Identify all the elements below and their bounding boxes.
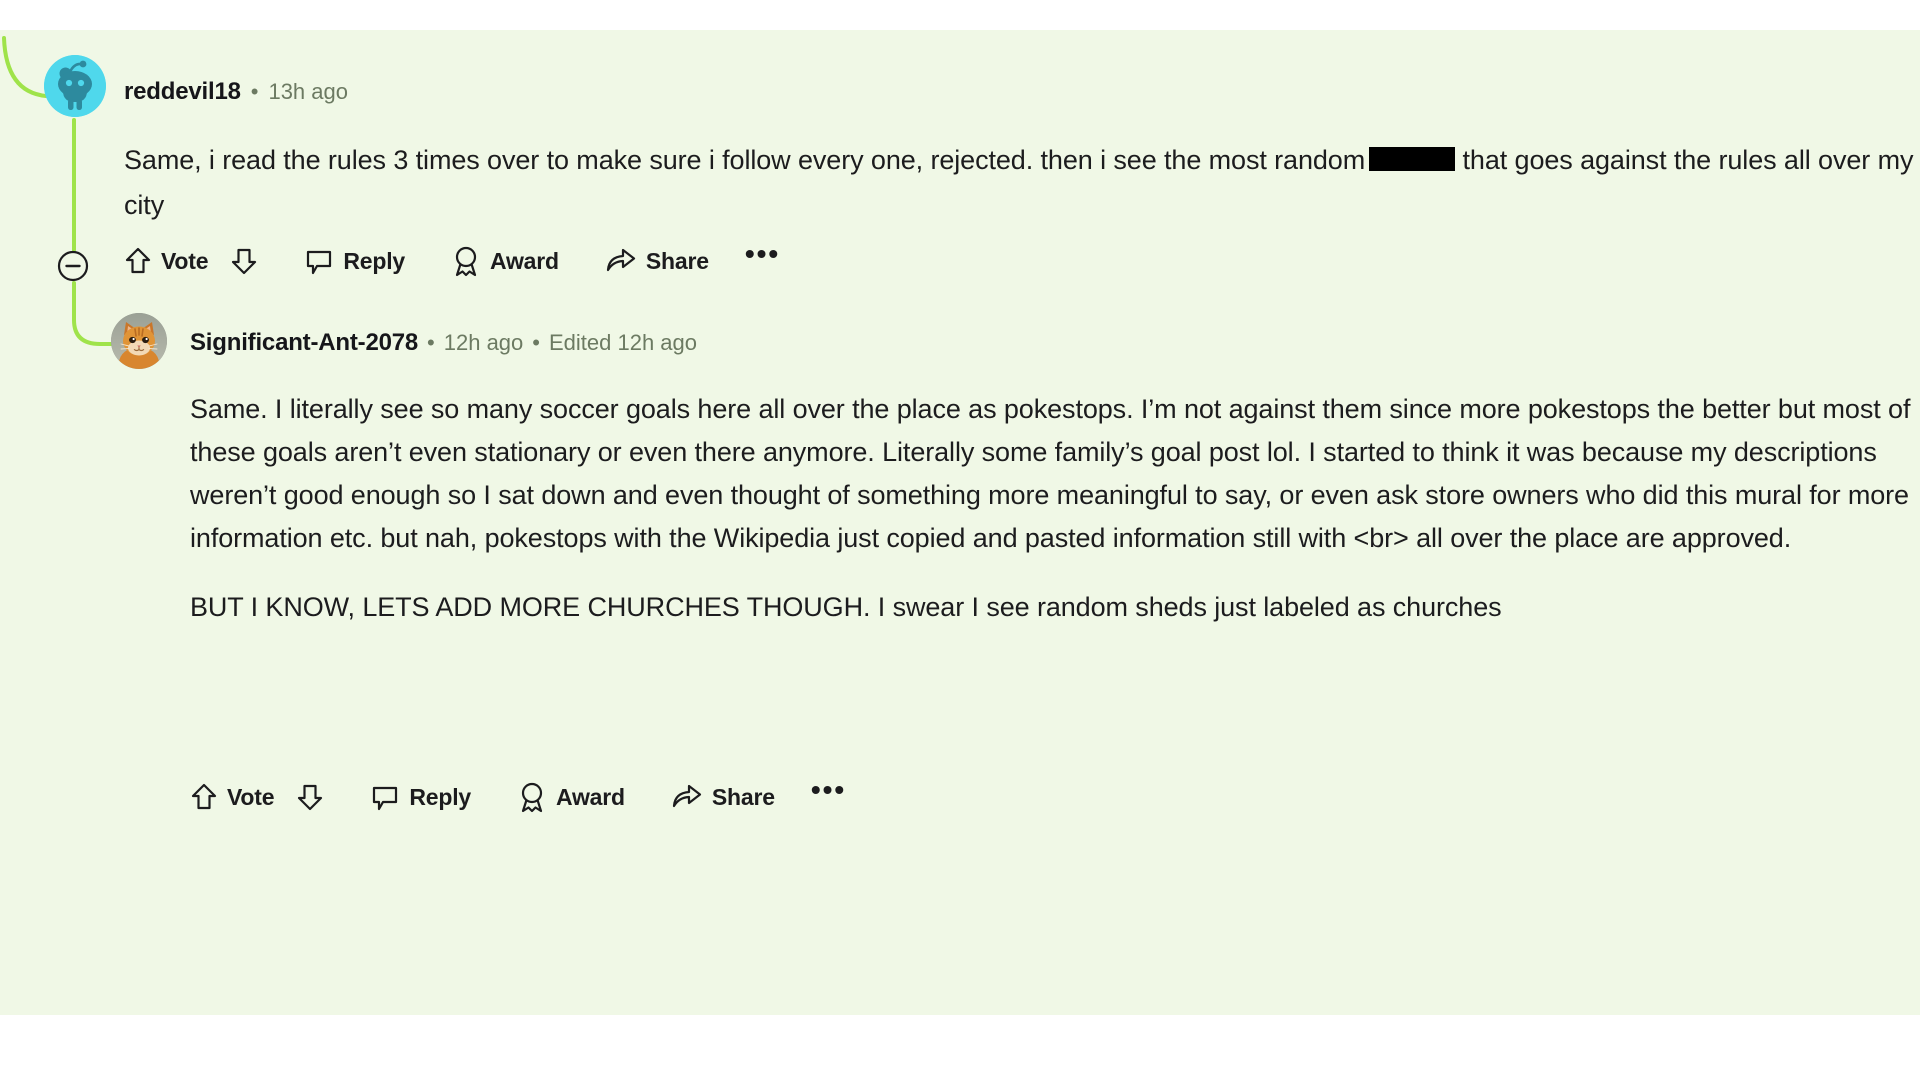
collapse-thread-button[interactable]: [57, 250, 89, 282]
cat-photo-avatar-icon: [111, 313, 167, 369]
vote-label: Vote: [227, 783, 275, 810]
upvote-button[interactable]: Vote: [124, 246, 209, 276]
downvote-arrow-icon: [232, 248, 257, 275]
comment-action-bar: Vote Reply Award Share •••: [190, 776, 846, 813]
share-arrow-icon: [672, 784, 701, 808]
comment-body: Same. I literally see so many soccer goa…: [190, 388, 1920, 629]
award-button[interactable]: Award: [517, 781, 625, 813]
upvote-button[interactable]: Vote: [190, 782, 275, 812]
more-options-label: •••: [810, 774, 847, 805]
reply-button[interactable]: Reply: [370, 782, 471, 812]
upvote-arrow-icon: [125, 247, 151, 274]
share-arrow-icon: [606, 248, 635, 272]
separator-dot: •: [250, 79, 259, 104]
username-link[interactable]: reddevil18: [124, 78, 241, 106]
reply-label: Reply: [409, 783, 471, 810]
downvote-button[interactable]: [296, 782, 324, 812]
edited-label: Edited 12h ago: [548, 330, 698, 355]
comment-header: Significant-Ant-2078 • 12h ago • Edited …: [190, 329, 697, 357]
reply-label: Reply: [343, 247, 405, 274]
timestamp: 12h ago: [443, 330, 524, 355]
share-button[interactable]: Share: [605, 247, 709, 275]
separator-dot-2: •: [532, 330, 540, 355]
comment-paragraph: Same. I literally see so many soccer goa…: [190, 394, 1911, 553]
username-link[interactable]: Significant-Ant-2078: [190, 329, 418, 357]
upvote-arrow-icon: [191, 783, 217, 810]
comment-text-before-redaction: Same, i read the rules 3 times over to m…: [124, 145, 1366, 175]
downvote-button[interactable]: [230, 246, 258, 276]
award-button[interactable]: Award: [451, 245, 559, 277]
collapse-minus-icon: [57, 250, 89, 282]
downvote-arrow-icon: [298, 784, 323, 811]
more-options-button[interactable]: •••: [811, 776, 846, 811]
reddit-snoo-avatar-icon: [44, 55, 106, 117]
reply-button[interactable]: Reply: [304, 246, 405, 276]
timestamp: 13h ago: [268, 79, 348, 104]
share-label: Share: [645, 247, 709, 274]
avatar[interactable]: [111, 313, 167, 369]
comment-paragraph: BUT I KNOW, LETS ADD MORE CHURCHES THOUG…: [190, 592, 1502, 622]
share-label: Share: [711, 783, 775, 810]
comment-bubble-icon: [307, 250, 332, 275]
award-label: Award: [489, 247, 559, 274]
share-button[interactable]: Share: [671, 783, 775, 811]
more-options-label: •••: [744, 238, 781, 269]
comment-thread-screen: reddevil18 • 13h ago Same, i read the ru…: [0, 0, 1920, 1080]
vote-label: Vote: [161, 247, 209, 274]
avatar[interactable]: [44, 55, 106, 117]
comment-action-bar: Vote Reply Award Share •••: [124, 240, 780, 277]
award-medal-icon: [521, 782, 543, 813]
more-options-button[interactable]: •••: [745, 240, 780, 275]
award-medal-icon: [455, 246, 477, 277]
separator-dot: •: [427, 330, 435, 355]
comment-body: Same, i read the rules 3 times over to m…: [124, 138, 1914, 228]
comment-bubble-icon: [373, 786, 398, 811]
comment-header: reddevil18 • 13h ago: [124, 78, 348, 106]
redaction-box: [1369, 147, 1456, 171]
award-label: Award: [555, 783, 625, 810]
